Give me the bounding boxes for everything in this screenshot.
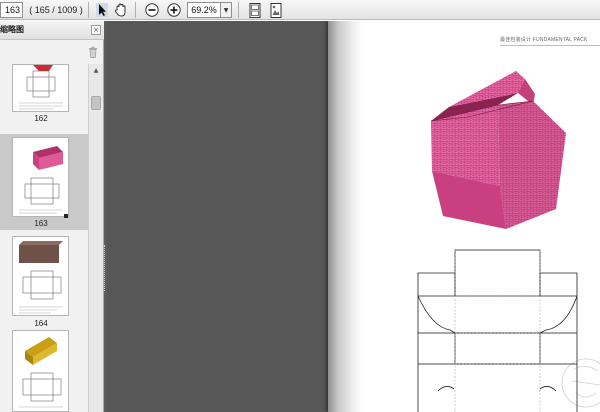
toolbar: 163 ( 165 / 1009 ) 69.2% ▼ [0, 0, 600, 20]
sidebar-title: 缩略图 [0, 25, 24, 34]
thumbnail-page-image [12, 330, 69, 412]
pdf-reader-window: 163 ( 165 / 1009 ) 69.2% ▼ 缩略图 × 162 163… [0, 0, 600, 412]
zoom-out-icon [145, 3, 159, 17]
chevron-down-icon: ▼ [223, 6, 229, 14]
sidebar-header: 缩略图 × [0, 21, 104, 40]
thumbnail-item-selected[interactable]: 163 [0, 134, 88, 230]
scrollbar-thumb[interactable] [91, 96, 101, 110]
thumbnail-label: 162 [34, 114, 48, 123]
thumbnail-label: 164 [34, 319, 48, 328]
thumbnail-list: 162 163 164 [0, 64, 88, 412]
zoom-in-icon [167, 3, 181, 17]
thumbnail-scrollbar[interactable]: ▲ [88, 64, 103, 412]
thumbnail-sidebar: 缩略图 × 162 163 164 ▲ [0, 21, 104, 412]
watermark [561, 358, 600, 408]
toolbar-separator [135, 2, 136, 18]
select-tool-button[interactable] [94, 2, 110, 18]
sidebar-close-button[interactable]: × [91, 25, 101, 35]
page-number-input[interactable]: 163 [0, 2, 23, 18]
document-view[interactable]: 最佳包装设计 FUNDAMENTAL PACK [107, 21, 600, 412]
fit-width-icon [270, 2, 282, 18]
toolbar-separator [88, 2, 89, 18]
trash-icon[interactable] [86, 45, 100, 59]
zoom-in-button[interactable] [166, 2, 182, 18]
thumbnail-page-image [12, 137, 69, 218]
fit-width-button[interactable] [268, 2, 284, 18]
close-icon: × [93, 26, 99, 34]
thumbnail-page-image [12, 236, 69, 316]
hand-tool-button[interactable] [113, 2, 129, 18]
scroll-up-icon[interactable]: ▲ [91, 67, 101, 75]
document-page: 最佳包装设计 FUNDAMENTAL PACK [328, 21, 600, 412]
zoom-level-input[interactable]: 69.2% [187, 2, 221, 18]
thumbnail-label: 163 [34, 219, 48, 228]
thumbnail-item[interactable]: 164 [0, 236, 88, 332]
fit-page-icon [249, 2, 261, 18]
box-illustration [417, 71, 600, 412]
zoom-out-button[interactable] [144, 2, 160, 18]
toolbar-separator [238, 2, 239, 18]
hand-tool-icon [114, 3, 126, 17]
sidebar-toolbar [0, 41, 104, 64]
select-tool-icon [96, 3, 108, 17]
zoom-dropdown-button[interactable]: ▼ [221, 2, 232, 18]
thumbnail-page-image [12, 64, 69, 112]
fit-page-button[interactable] [247, 2, 263, 18]
thumbnail-item[interactable]: 162 [0, 64, 88, 124]
thumbnail-item[interactable] [0, 330, 88, 412]
page-count: ( 165 / 1009 ) [29, 5, 83, 15]
